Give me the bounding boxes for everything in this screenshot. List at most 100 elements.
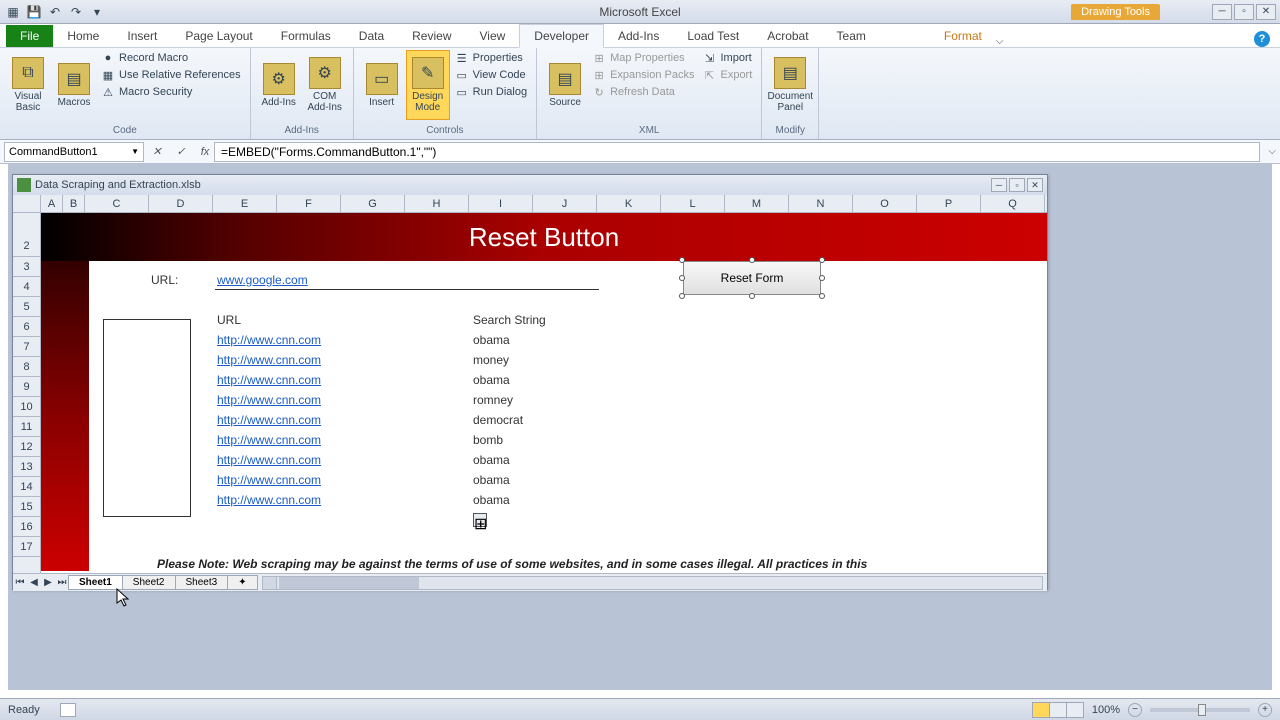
addins-button[interactable]: ⚙Add-Ins	[257, 50, 301, 120]
column-header[interactable]: D	[149, 195, 213, 212]
row-header[interactable]: 12	[13, 437, 40, 457]
tab-review[interactable]: Review	[398, 25, 465, 47]
cell-search[interactable]: bomb	[473, 433, 503, 447]
zoom-slider[interactable]	[1150, 708, 1250, 712]
column-header[interactable]: O	[853, 195, 917, 212]
row-header[interactable]: 11	[13, 417, 40, 437]
column-header[interactable]: H	[405, 195, 469, 212]
tab-home[interactable]: Home	[53, 25, 113, 47]
scroll-thumb[interactable]	[279, 577, 419, 589]
cell-search[interactable]: money	[473, 353, 509, 367]
grid[interactable]: ABCDEFGHIJKLMNOPQ 2 34567891011121314151…	[13, 195, 1047, 573]
macro-record-icon[interactable]	[60, 703, 76, 717]
column-header[interactable]: F	[277, 195, 341, 212]
tab-data[interactable]: Data	[345, 25, 398, 47]
tab-load-test[interactable]: Load Test	[673, 25, 753, 47]
row-header[interactable]: 6	[13, 317, 40, 337]
file-tab[interactable]: File	[6, 25, 53, 47]
properties-button[interactable]: ☰Properties	[452, 50, 530, 66]
document-panel-button[interactable]: ▤Document Panel	[768, 50, 812, 120]
column-header[interactable]: K	[597, 195, 661, 212]
fill-handle-icon[interactable]: ⊞	[473, 513, 487, 527]
macros-button[interactable]: ▤Macros	[52, 50, 96, 120]
row-header[interactable]: 17	[13, 537, 40, 557]
column-header[interactable]: E	[213, 195, 277, 212]
select-all-corner[interactable]	[13, 195, 41, 212]
expansion-packs-button[interactable]: ⊞Expansion Packs	[589, 67, 697, 83]
first-sheet-icon[interactable]: ⏮	[13, 576, 27, 590]
cell-url[interactable]: http://www.cnn.com	[217, 453, 321, 467]
cell-url[interactable]: http://www.cnn.com	[217, 333, 321, 347]
macro-security-button[interactable]: ⚠Macro Security	[98, 84, 244, 100]
map-properties-button[interactable]: ⊞Map Properties	[589, 50, 697, 66]
cell-url[interactable]: http://www.cnn.com	[217, 493, 321, 507]
cell-search[interactable]: obama	[473, 493, 510, 507]
sheet-tab-3[interactable]: Sheet3	[175, 575, 229, 590]
cell-search[interactable]: obama	[473, 473, 510, 487]
cell-url[interactable]: http://www.cnn.com	[217, 373, 321, 387]
tab-insert[interactable]: Insert	[113, 25, 171, 47]
tab-developer[interactable]: Developer	[519, 24, 604, 48]
selection-handle[interactable]	[749, 293, 755, 299]
url-value[interactable]: www.google.com	[217, 273, 308, 287]
wb-minimize-button[interactable]: ─	[991, 178, 1007, 192]
wb-restore-button[interactable]: ▫	[1009, 178, 1025, 192]
column-header[interactable]: Q	[981, 195, 1045, 212]
cell-search[interactable]: obama	[473, 453, 510, 467]
column-header[interactable]: P	[917, 195, 981, 212]
zoom-in-button[interactable]: +	[1258, 703, 1272, 717]
wb-close-button[interactable]: ✕	[1027, 178, 1043, 192]
tab-view[interactable]: View	[466, 25, 520, 47]
zoom-level[interactable]: 100%	[1092, 704, 1120, 716]
cell-search[interactable]: obama	[473, 333, 510, 347]
run-dialog-button[interactable]: ▭Run Dialog	[452, 84, 530, 100]
row-header[interactable]: 4	[13, 277, 40, 297]
zoom-out-button[interactable]: −	[1128, 703, 1142, 717]
com-addins-button[interactable]: ⚙COM Add-Ins	[303, 50, 347, 120]
column-header[interactable]: I	[469, 195, 533, 212]
selection-handle[interactable]	[819, 293, 825, 299]
restore-button[interactable]: ▫	[1234, 4, 1254, 20]
minimize-button[interactable]: ─	[1212, 4, 1232, 20]
relative-refs-button[interactable]: ▦Use Relative References	[98, 67, 244, 83]
source-button[interactable]: ▤Source	[543, 50, 587, 120]
page-break-view-button[interactable]	[1066, 702, 1084, 718]
help-icon[interactable]: ?	[1254, 31, 1270, 47]
row-header[interactable]: 8	[13, 357, 40, 377]
column-header[interactable]: J	[533, 195, 597, 212]
cell-url[interactable]: http://www.cnn.com	[217, 413, 321, 427]
tab-acrobat[interactable]: Acrobat	[753, 25, 822, 47]
tab-team[interactable]: Team	[823, 25, 880, 47]
row-header[interactable]: 10	[13, 397, 40, 417]
selection-handle[interactable]	[749, 257, 755, 263]
visual-basic-button[interactable]: ⧉Visual Basic	[6, 50, 50, 120]
next-sheet-icon[interactable]: ▶	[41, 576, 55, 590]
tab-formulas[interactable]: Formulas	[267, 25, 345, 47]
sheet-tab-2[interactable]: Sheet2	[122, 575, 176, 590]
export-button[interactable]: ⇱Export	[699, 67, 755, 83]
row-header[interactable]: 9	[13, 377, 40, 397]
name-box[interactable]: CommandButton1▼	[4, 142, 144, 162]
formula-input[interactable]: =EMBED("Forms.CommandButton.1","")	[214, 142, 1260, 162]
column-header[interactable]: L	[661, 195, 725, 212]
tab-format[interactable]: Format	[930, 25, 996, 47]
cancel-icon[interactable]: ✕	[148, 143, 166, 161]
column-header[interactable]: M	[725, 195, 789, 212]
qat-customize-icon[interactable]: ▾	[88, 3, 106, 21]
reset-button-control[interactable]: Reset Form	[683, 261, 821, 295]
row-header[interactable]: 15	[13, 497, 40, 517]
reset-form-button[interactable]: Reset Form	[683, 261, 821, 295]
row-header[interactable]: 2	[13, 213, 40, 257]
new-sheet-button[interactable]: ✦	[227, 575, 257, 590]
fx-icon[interactable]: fx	[196, 143, 214, 161]
cell-search[interactable]: obama	[473, 373, 510, 387]
save-icon[interactable]: 💾	[25, 3, 43, 21]
column-header[interactable]: C	[85, 195, 149, 212]
column-header[interactable]: G	[341, 195, 405, 212]
view-code-button[interactable]: ▭View Code	[452, 67, 530, 83]
expand-formula-icon[interactable]: ⌵	[1264, 146, 1280, 157]
row-header[interactable]: 5	[13, 297, 40, 317]
prev-sheet-icon[interactable]: ◀	[27, 576, 41, 590]
cell-url[interactable]: http://www.cnn.com	[217, 393, 321, 407]
insert-control-button[interactable]: ▭Insert	[360, 50, 404, 120]
